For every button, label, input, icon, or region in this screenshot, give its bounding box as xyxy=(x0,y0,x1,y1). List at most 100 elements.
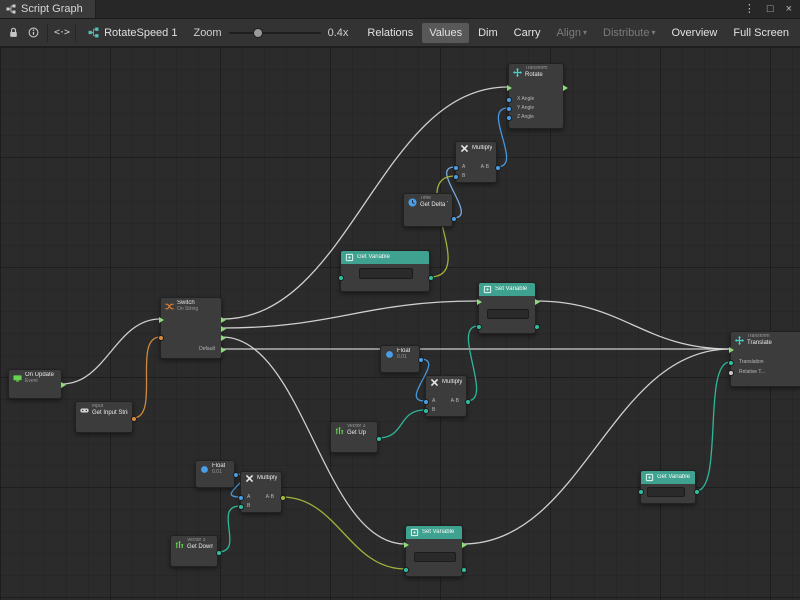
edge-get-down.out-to-multiply-bottom.b xyxy=(218,506,240,552)
port-out[interactable] xyxy=(495,165,501,171)
node-get-up[interactable]: Vector 3Get Up xyxy=(330,421,378,453)
window-close-icon[interactable]: × xyxy=(786,4,792,15)
toolbar-button-distribute[interactable]: Distribute▾ xyxy=(596,23,662,43)
variable-name-field[interactable] xyxy=(647,487,685,497)
node-get-variable-right[interactable]: Get Variable xyxy=(640,470,696,504)
port-out[interactable] xyxy=(418,357,424,363)
node-title: Multiply xyxy=(257,475,277,482)
toolbar-button-values[interactable]: Values xyxy=(422,23,469,43)
port-in[interactable] xyxy=(729,347,734,353)
port-label: B xyxy=(462,174,465,179)
node-multiply-mid[interactable]: MultiplyAA·BB xyxy=(425,375,467,417)
node-rotate[interactable]: TransformRotateX AngleY AngleZ Angle xyxy=(508,63,564,129)
lock-icon[interactable] xyxy=(4,22,23,44)
node-multiply-top[interactable]: MultiplyAA·BB xyxy=(455,141,497,183)
node-set-variable-top[interactable]: Set Variable xyxy=(478,282,536,334)
toolbar-button-full-screen[interactable]: Full Screen xyxy=(726,23,796,43)
port-label: A·B xyxy=(266,495,274,500)
port-x[interactable] xyxy=(506,97,512,103)
port-out[interactable] xyxy=(131,416,137,422)
toolbar-button-label: Align xyxy=(557,27,581,39)
node-subtitle: On String xyxy=(177,307,198,313)
port-val[interactable] xyxy=(403,567,409,573)
port-objin[interactable] xyxy=(338,275,344,281)
node-subtitle: 0.01 xyxy=(397,355,410,361)
port-a[interactable] xyxy=(423,399,429,405)
port-val[interactable] xyxy=(476,324,482,330)
variable-name-field[interactable] xyxy=(414,552,456,562)
node-header: SwitchOn String xyxy=(161,298,221,314)
node-get-down[interactable]: Vector 3Get Down xyxy=(170,535,218,567)
port-out[interactable] xyxy=(462,542,467,548)
toolbar-button-overview[interactable]: Overview xyxy=(665,23,725,43)
port-out[interactable] xyxy=(465,399,471,405)
node-title: Get Variable xyxy=(657,474,690,481)
node-get-variable-top[interactable]: Get Variable xyxy=(340,250,430,292)
port-out[interactable] xyxy=(280,495,286,501)
node-switch[interactable]: SwitchOn StringDefault xyxy=(160,297,222,359)
port-out[interactable] xyxy=(451,216,457,222)
node-delta-time[interactable]: TimeGet Delta Time xyxy=(403,193,453,227)
window-menu-icon[interactable]: ⋮ xyxy=(744,4,755,15)
graph-canvas[interactable]: On UpdateEvent InputGet Input Strin... Swi… xyxy=(0,47,800,600)
port-out[interactable] xyxy=(376,436,382,442)
node-header: TimeGet Delta Time xyxy=(404,194,452,210)
port-o2[interactable] xyxy=(221,326,226,332)
zoom-slider-handle[interactable] xyxy=(253,28,263,38)
node-set-variable-bottom[interactable]: Set Variable xyxy=(405,525,463,577)
node-translate[interactable]: TransformTranslateTranslationRelative T.… xyxy=(730,331,800,387)
zoom-slider[interactable] xyxy=(229,32,321,34)
port-a[interactable] xyxy=(453,165,459,171)
node-on-update[interactable]: On UpdateEvent xyxy=(8,369,62,399)
toolbar: <·> RotateSpeed 1 Zoom 0.4x RelationsVal… xyxy=(0,19,800,47)
toolbar-button-dim[interactable]: Dim xyxy=(471,23,505,43)
node-title: Set Variable xyxy=(495,286,527,293)
window-tab[interactable]: Script Graph xyxy=(0,0,96,18)
port-in[interactable] xyxy=(159,317,164,323)
port-out[interactable] xyxy=(563,85,568,91)
variable-name-field[interactable] xyxy=(487,309,529,319)
port-a[interactable] xyxy=(238,495,244,501)
node-get-input[interactable]: InputGet Input Strin... xyxy=(75,401,133,433)
float-icon xyxy=(200,465,209,474)
port-out[interactable] xyxy=(233,472,239,478)
port-trans[interactable] xyxy=(728,360,734,366)
port-in[interactable] xyxy=(404,542,409,548)
toolbar-button-align[interactable]: Align▾ xyxy=(550,23,594,43)
port-valout[interactable] xyxy=(461,567,467,573)
port-y[interactable] xyxy=(506,106,512,112)
node-title: Rotate xyxy=(525,72,548,79)
port-val[interactable] xyxy=(158,335,164,341)
edge-switch.o2-to-set-variable-top.in xyxy=(222,301,478,328)
node-multiply-bottom[interactable]: MultiplyAA·BB xyxy=(240,471,282,513)
node-float-bottom[interactable]: Float0.01 xyxy=(195,460,235,488)
port-valout[interactable] xyxy=(534,324,540,330)
port-b[interactable] xyxy=(238,504,244,510)
port-in[interactable] xyxy=(507,85,512,91)
port-out[interactable] xyxy=(216,550,222,556)
port-b[interactable] xyxy=(423,408,429,414)
variable-name-field[interactable] xyxy=(359,268,413,279)
port-odef[interactable] xyxy=(221,347,226,353)
port-z[interactable] xyxy=(506,115,512,121)
port-b[interactable] xyxy=(453,174,459,180)
code-icon[interactable]: <·> xyxy=(52,22,71,44)
port-o1[interactable] xyxy=(221,317,226,323)
port-in[interactable] xyxy=(477,299,482,305)
node-float-mid[interactable]: Float0.01 xyxy=(380,345,420,373)
window-maximize-icon[interactable]: □ xyxy=(767,4,774,15)
script-graph-icon xyxy=(6,4,16,14)
port-out[interactable] xyxy=(428,275,434,281)
port-out[interactable] xyxy=(694,489,700,495)
port-objin[interactable] xyxy=(638,489,644,495)
node-title: Set Variable xyxy=(422,529,454,536)
graph-reference[interactable]: RotateSpeed 1 xyxy=(80,27,185,39)
port-rel[interactable] xyxy=(728,370,734,376)
toolbar-button-carry[interactable]: Carry xyxy=(507,23,548,43)
port-label: X Angle xyxy=(517,97,534,102)
info-icon[interactable] xyxy=(23,22,42,44)
toolbar-button-relations[interactable]: Relations xyxy=(360,23,420,43)
port-out[interactable] xyxy=(61,382,66,388)
port-o3[interactable] xyxy=(221,335,226,341)
port-out[interactable] xyxy=(535,299,540,305)
